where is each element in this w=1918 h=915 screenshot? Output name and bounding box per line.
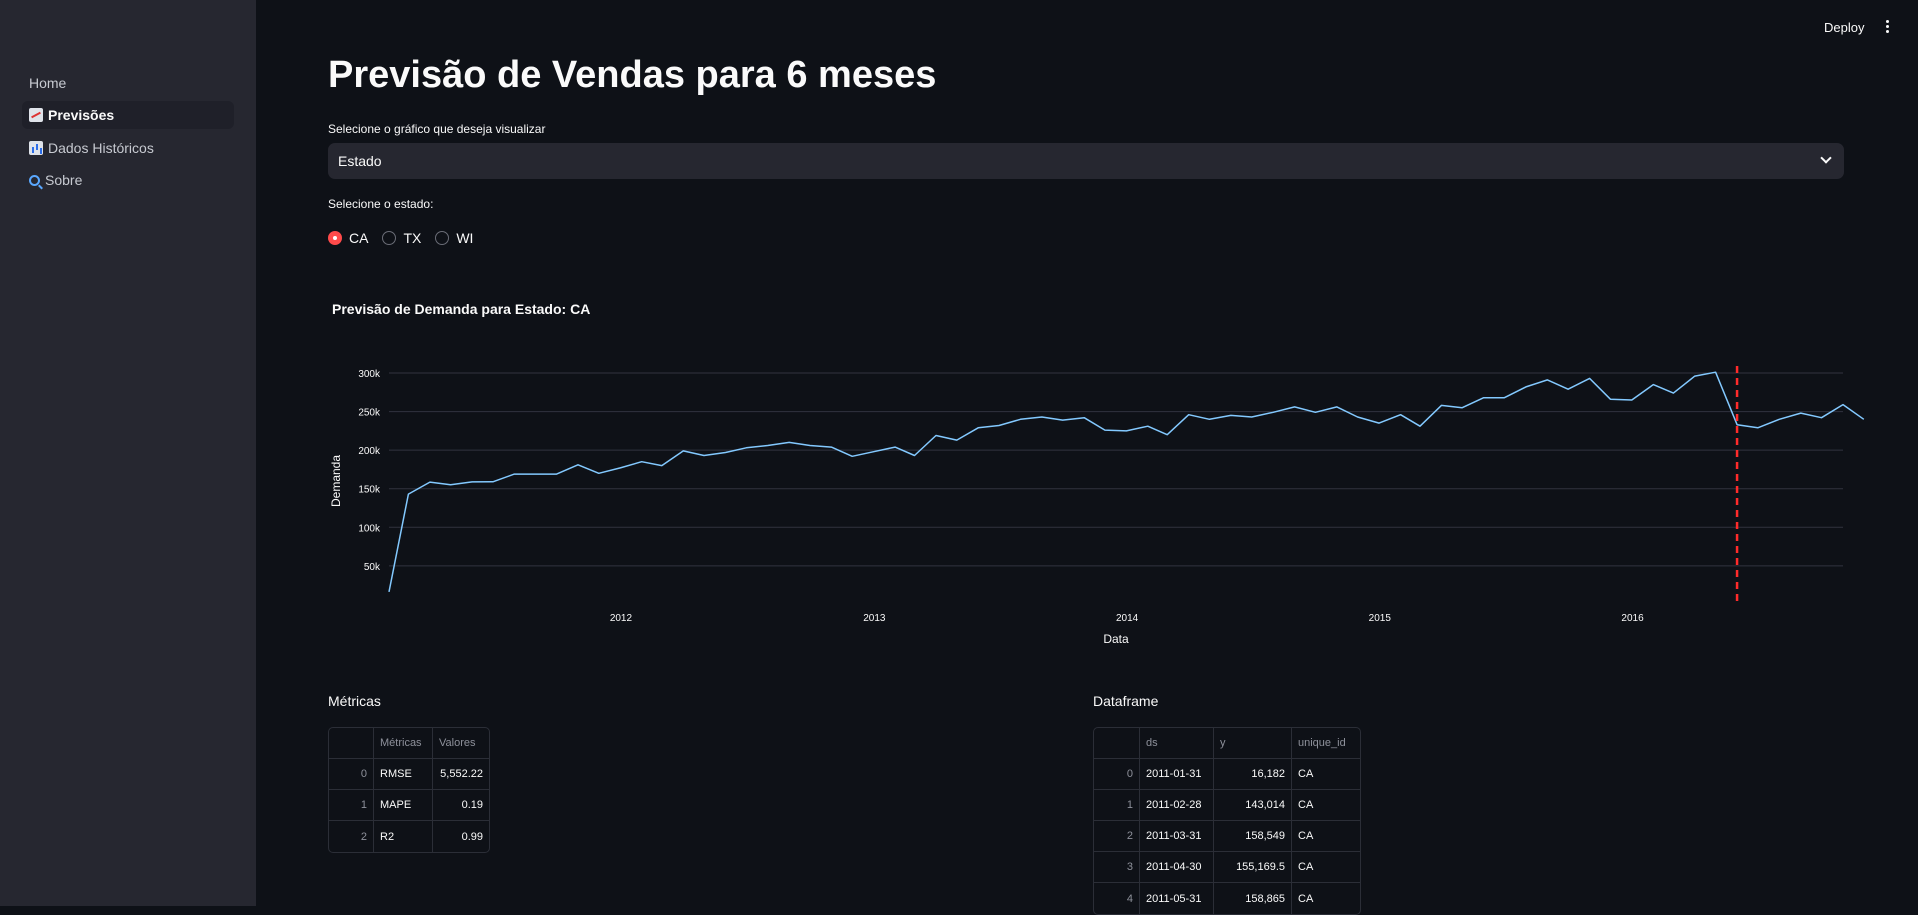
dataframe-title: Dataframe [1093,693,1159,709]
table-row: 0 RMSE 5,552.22 [329,759,489,790]
table-cell: CA [1298,830,1314,842]
table-cell: 158,865 [1214,883,1292,914]
table-row: 1 2011-02-28 143,014 CA [1094,790,1360,821]
table-cell: MAPE [374,790,433,820]
table-cell: 0 [1094,759,1140,789]
table-row: 1 MAPE 0.19 [329,790,489,821]
table-cell: 5,552.22 [440,768,483,780]
metrics-title: Métricas [328,693,381,709]
table-cell: 158,549 [1214,821,1292,851]
table-header-cell: ds [1140,728,1214,758]
table-cell: 0.19 [461,799,483,811]
table-cell: 16,182 [1214,759,1292,789]
table-row: 2 2011-03-31 158,549 CA [1094,821,1360,852]
y-tick-label: 300k [358,369,381,380]
table-cell: RMSE [374,759,433,789]
table-header-cell [1094,728,1140,758]
y-tick-label: 50k [364,562,381,573]
table-cell: 1 [329,790,374,820]
dataframe-table[interactable]: ds y unique_id 0 2011-01-31 16,182 CA 1 … [1093,727,1361,915]
y-tick-label: 250k [358,408,381,419]
table-cell: 0.99 [461,830,483,843]
table-cell: CA [1298,861,1314,873]
table-cell: 0 [329,759,374,789]
x-tick-label: 2013 [863,613,886,624]
demand-line-chart[interactable]: 50k100k150k200k250k300k2012 2013 2014 2015 2… [0,0,1918,906]
y-tick-label: 100k [358,523,381,534]
y-tick-label: 150k [358,485,381,496]
table-header-cell: y [1214,728,1292,758]
table-row: 0 2011-01-31 16,182 CA [1094,759,1360,790]
table-header-row: Métricas Valores [329,728,489,759]
table-row: 2 R2 0.99 [329,821,489,852]
table-cell: 1 [1094,790,1140,820]
table-cell: 2011-01-31 [1140,759,1214,789]
table-header-cell: Valores [439,737,476,749]
table-header-cell: unique_id [1298,737,1346,749]
table-header-cell: Métricas [374,728,433,758]
table-cell: CA [1298,799,1314,811]
metrics-table[interactable]: Métricas Valores 0 RMSE 5,552.22 1 MAPE … [328,727,490,853]
y-axis-label: Demanda [329,455,343,507]
table-header-cell [329,728,374,758]
table-cell: CA [1298,892,1314,905]
table-cell: 2011-05-31 [1140,883,1214,914]
y-tick-label: 200k [358,446,381,457]
table-cell: 143,014 [1214,790,1292,820]
x-axis-label: Data [1103,632,1129,646]
table-cell: 2 [1094,821,1140,851]
x-tick-label: 2016 [1621,613,1644,624]
series-line-demanda [388,371,1865,593]
table-cell: R2 [374,821,433,852]
x-tick-label: 2014 [1116,613,1139,624]
table-cell: 2011-04-30 [1140,852,1214,882]
table-cell: 4 [1094,883,1140,914]
x-tick-label: 2015 [1369,613,1392,624]
table-row: 3 2011-04-30 155,169.5 CA [1094,852,1360,883]
table-cell: 155,169.5 [1214,852,1292,882]
table-cell: 2011-02-28 [1140,790,1214,820]
table-cell: CA [1298,768,1314,780]
table-cell: 2 [329,821,374,852]
table-header-row: ds y unique_id [1094,728,1360,759]
table-row: 4 2011-05-31 158,865 CA [1094,883,1360,914]
table-cell: 3 [1094,852,1140,882]
x-tick-label: 2012 [610,613,633,624]
table-cell: 2011-03-31 [1140,821,1214,851]
